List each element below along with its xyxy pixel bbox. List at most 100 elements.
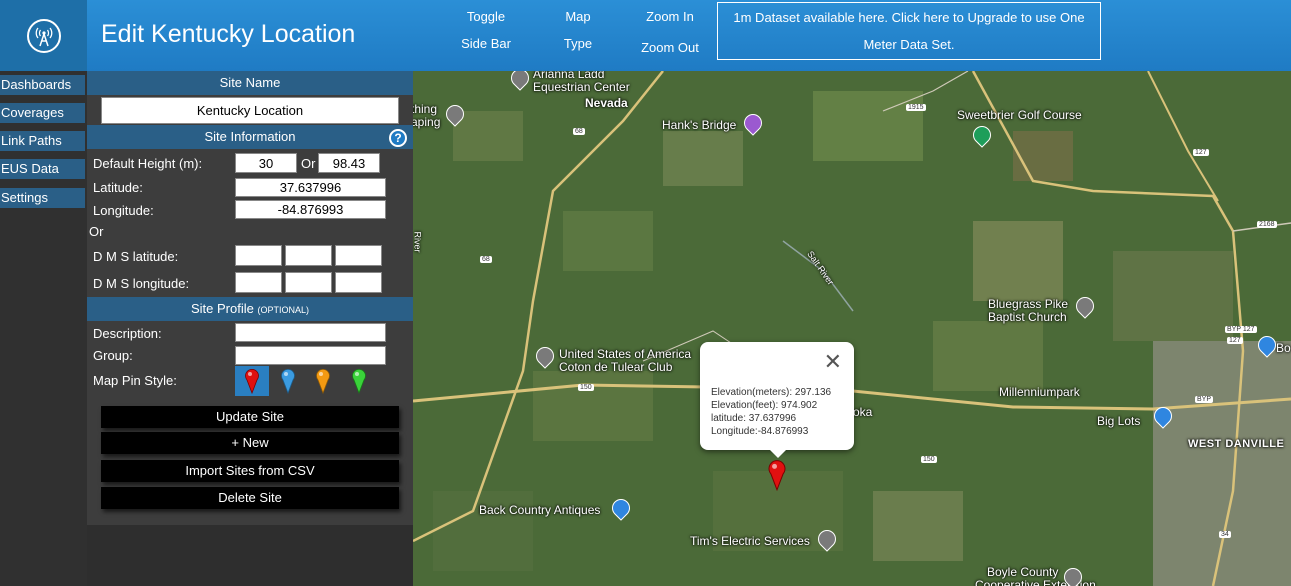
longitude-label: Longitude: [93, 203, 154, 218]
toggle-label-1: Toggle [466, 9, 506, 24]
route-shield: 150 [921, 456, 937, 463]
satellite-map[interactable]: Arianna Ladd Equestrian Center Nevada th… [413, 71, 1291, 586]
map-label-west-danville: WEST DANVILLE [1188, 438, 1285, 450]
map-label-nevada: Nevada [585, 96, 628, 110]
map-label-millenniumpark: Millenniumpark [999, 385, 1080, 399]
page-title: Edit Kentucky Location [101, 20, 356, 48]
site-info-header: Site Information [87, 125, 413, 149]
map-label-tims-electric: Tim's Electric Services [690, 534, 810, 548]
route-shield: 127 [1193, 149, 1209, 156]
nav-coverages[interactable]: Coverages [0, 103, 85, 123]
popup-elevation-feet: Elevation(feet): 974.902 [711, 400, 818, 411]
pin-style-orange[interactable] [306, 366, 340, 396]
map-label-hanks-bridge: Hank's Bridge [662, 118, 737, 132]
route-shield: 2168 [1257, 221, 1277, 228]
group-input[interactable] [235, 346, 386, 365]
or-label-2: Or [89, 224, 104, 239]
toggle-label-2: Side Bar [461, 36, 511, 51]
latitude-input[interactable] [235, 178, 386, 197]
popup-latitude: latitude: 37.637996 [711, 413, 797, 424]
orange-pin-icon [316, 368, 330, 394]
map-label-boyle-1: Boyle County [987, 565, 1059, 579]
map-label-thing-2: aping [413, 115, 441, 129]
close-icon[interactable]: ✕ [824, 351, 842, 373]
nav-link-paths[interactable]: Link Paths [0, 131, 85, 151]
tower-icon [26, 18, 61, 53]
popup-content: Elevation(meters): 297.136 Elevation(fee… [711, 386, 851, 438]
dms-lon-seconds-input[interactable] [335, 272, 382, 293]
top-header: Edit Kentucky Location Toggle Side Bar M… [0, 0, 1291, 71]
route-shield: BYP 127 [1225, 326, 1257, 333]
route-shield: BYP [1195, 396, 1214, 403]
map-label-river: River [413, 231, 423, 253]
map-type-label-2: Type [563, 36, 593, 51]
height-feet-input[interactable] [318, 153, 380, 173]
upgrade-text-2: Meter Data Set. [863, 37, 955, 52]
map-label-bluegrass-1: Bluegrass Pike [988, 297, 1069, 311]
left-nav: Dashboards Coverages Link Paths EUS Data… [0, 71, 87, 586]
dms-lon-minutes-input[interactable] [285, 272, 332, 293]
dms-lat-seconds-input[interactable] [335, 245, 382, 266]
latitude-label: Latitude: [93, 180, 143, 195]
route-shield: 68 [480, 256, 492, 263]
edit-site-panel: Site Name Site Information ? Default Hei… [87, 71, 413, 525]
map-label-usa-2: Coton de Tulear Club [559, 360, 673, 374]
site-name-input[interactable] [101, 97, 399, 124]
map-label-bluegrass-2: Baptist Church [988, 310, 1067, 324]
map-type-button[interactable]: Map Type [552, 3, 604, 57]
dms-lon-degrees-input[interactable] [235, 272, 282, 293]
map-label-big-lots: Big Lots [1097, 414, 1141, 428]
nav-settings[interactable]: Settings [0, 188, 85, 208]
delete-site-button[interactable]: Delete Site [101, 487, 399, 509]
popup-longitude: Longitude:-84.876993 [711, 426, 809, 437]
app-logo[interactable] [0, 0, 87, 71]
new-site-button[interactable]: + New [101, 432, 399, 454]
map-label-thing-1: thing [413, 102, 438, 116]
dms-latitude-label: D M S latitude: [93, 249, 179, 264]
route-shield: 1915 [906, 104, 926, 111]
map-label-bo: Bo [1276, 341, 1291, 355]
help-icon[interactable]: ? [389, 129, 407, 147]
site-profile-title: Site Profile [190, 301, 254, 316]
zoom-out-button[interactable]: Zoom Out [634, 34, 706, 61]
route-shield: 127 [1227, 337, 1243, 344]
optional-tag: (OPTIONAL) [257, 305, 309, 315]
upgrade-text-1: 1m Dataset available here. Click here to… [733, 10, 1085, 25]
import-sites-csv-button[interactable]: Import Sites from CSV [101, 460, 399, 482]
default-height-label: Default Height (m): [93, 156, 203, 171]
map-label-arianna-2: Equestrian Center [533, 80, 630, 94]
group-label: Group: [93, 348, 133, 363]
update-site-button[interactable]: Update Site [101, 406, 399, 428]
popup-elevation-meters: Elevation(meters): 297.136 [711, 387, 832, 398]
site-location-pin-icon[interactable] [767, 459, 787, 491]
panel-footer [87, 525, 413, 586]
or-label: Or [301, 156, 316, 171]
route-shield: 150 [578, 384, 594, 391]
elevation-info-popup: ✕ Elevation(meters): 297.136 Elevation(f… [700, 342, 854, 458]
nav-eus-data[interactable]: EUS Data [0, 159, 85, 179]
dms-lat-minutes-input[interactable] [285, 245, 332, 266]
map-type-label-1: Map [565, 9, 591, 24]
map-label-oka: oka [853, 405, 873, 419]
zoom-in-button[interactable]: Zoom In [636, 3, 704, 30]
map-label-usa-1: United States of America [559, 347, 692, 361]
pin-style-red[interactable] [235, 366, 269, 396]
toggle-sidebar-button[interactable]: Toggle Side Bar [455, 3, 517, 57]
blue-pin-icon [281, 368, 295, 394]
dms-longitude-label: D M S longitude: [93, 276, 190, 291]
red-pin-icon [245, 368, 259, 394]
pin-style-blue[interactable] [271, 366, 305, 396]
description-input[interactable] [235, 323, 386, 342]
longitude-input[interactable] [235, 200, 386, 219]
route-shield: 68 [573, 128, 585, 135]
route-shield: 34 [1219, 531, 1231, 538]
nav-dashboards[interactable]: Dashboards [0, 75, 85, 95]
map-label-sweetbrier: Sweetbrier Golf Course [957, 108, 1082, 122]
dms-lat-degrees-input[interactable] [235, 245, 282, 266]
site-name-header: Site Name [87, 71, 413, 95]
pin-style-green[interactable] [342, 366, 376, 396]
green-pin-icon [352, 368, 366, 394]
height-meters-input[interactable] [235, 153, 297, 173]
site-profile-header: Site Profile (OPTIONAL) [87, 297, 413, 321]
upgrade-banner-button[interactable]: 1m Dataset available here. Click here to… [717, 2, 1101, 60]
